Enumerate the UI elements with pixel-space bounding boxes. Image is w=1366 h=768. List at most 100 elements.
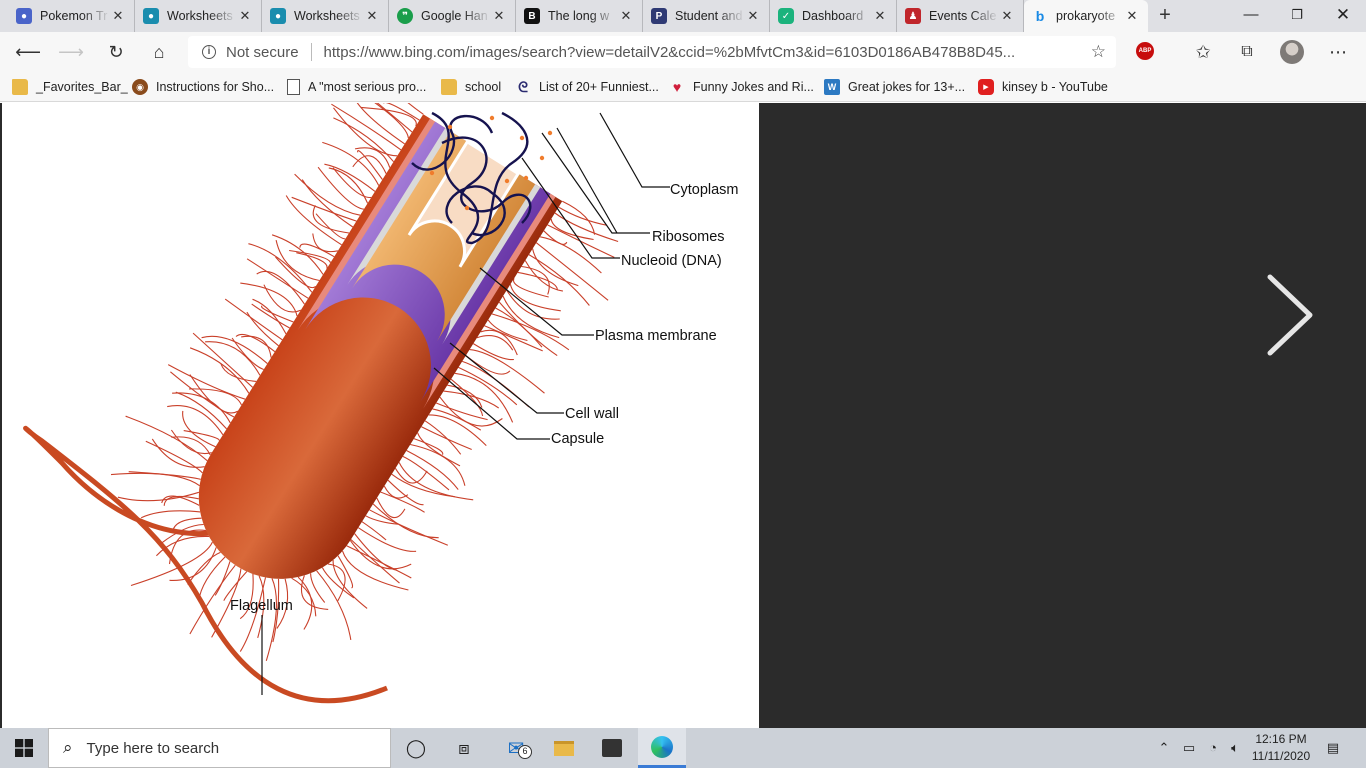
pilus-line [192, 332, 253, 388]
taskbar-search[interactable]: ⌕ Type here to search [48, 728, 391, 768]
collections-icon[interactable]: ⧉ [1231, 36, 1263, 68]
prokaryote-diagram-image[interactable]: Cytoplasm Ribosomes Nucleoid (DNA) Plasm… [0, 103, 759, 728]
next-image-chevron-icon[interactable] [1262, 273, 1318, 357]
favorite-item[interactable]: _Favorites_Bar_ [12, 77, 128, 97]
favorite-item[interactable]: W Great jokes for 13+... [824, 77, 965, 97]
tab[interactable]: ● Worksheets ✕ [262, 0, 389, 32]
new-tab-button[interactable]: + [1153, 4, 1177, 28]
back-button[interactable]: ⟵ [12, 36, 44, 68]
tab[interactable]: ● Pokemon Tr ✕ [8, 0, 135, 32]
pilus-line [469, 349, 545, 394]
label-plasma-membrane: Plasma membrane [595, 328, 717, 344]
globe-icon: ◉ [132, 79, 148, 95]
favorite-item[interactable]: ♥ Funny Jokes and Ri... [669, 77, 814, 97]
volume-icon[interactable]: 🔈︎ [1225, 728, 1245, 768]
task-view-icon[interactable]: ⧈ [440, 728, 488, 768]
tab[interactable]: ❞ Google Han ✕ [389, 0, 516, 32]
more-menu-icon[interactable]: ⋯ [1322, 36, 1354, 68]
windows-taskbar: ⌕ Type here to search ◯ ⧈ ✉ 6 ⌃ ▭ ◔ 🔈︎ 1… [0, 728, 1366, 768]
search-icon: ⌕ [63, 738, 73, 757]
tab[interactable]: P Student and ✕ [643, 0, 770, 32]
wifi-icon[interactable]: ◔ [1203, 728, 1223, 768]
favorite-item[interactable]: school [441, 77, 501, 97]
pilus-line [535, 242, 609, 301]
close-icon[interactable]: ✕ [237, 8, 253, 24]
favorite-label: Great jokes for 13+... [848, 80, 966, 94]
pilus-line [251, 303, 290, 329]
pilus-line [376, 497, 406, 519]
address-toolbar: ⟵ ⟶ ↻ ⌂ i Not secure https://www.bing.co… [0, 32, 1366, 72]
pilus-line [512, 278, 549, 298]
b-icon: B [524, 8, 540, 24]
store-icon[interactable] [588, 728, 636, 768]
close-icon[interactable]: ✕ [872, 8, 888, 24]
tab-active[interactable]: b prokaryote ✕ [1024, 0, 1148, 32]
cortana-icon[interactable]: ◯ [392, 728, 440, 768]
file-explorer-icon[interactable] [540, 728, 588, 768]
system-clock[interactable]: 12:16 PM 11/11/2020 [1246, 731, 1316, 765]
pilus-line [532, 248, 579, 287]
pilus-line [387, 479, 424, 506]
classroom-icon: ● [270, 8, 286, 24]
tab[interactable]: ● Worksheets ✕ [135, 0, 262, 32]
pilus-line [380, 491, 425, 513]
pilus-line [145, 440, 203, 474]
show-hidden-icons-chevron-icon[interactable]: ⌃ [1155, 728, 1173, 768]
favorite-star-icon[interactable]: ☆ [1091, 42, 1106, 62]
info-icon[interactable]: i [202, 45, 216, 59]
search-placeholder[interactable]: Type here to search [87, 740, 220, 757]
mail-app-icon[interactable]: ✉ 6 [492, 728, 540, 768]
pilus-line [189, 347, 250, 394]
restore-button[interactable]: ❐ [1274, 0, 1320, 32]
favorite-item[interactable]: ᘓ List of 20+ Funniest... [515, 77, 659, 97]
people-icon: ♟ [905, 8, 921, 24]
favorites-icon[interactable]: ✩ [1187, 36, 1219, 68]
profile-avatar[interactable] [1280, 40, 1304, 64]
adblock-extension-icon[interactable]: ABP [1136, 42, 1154, 60]
bing-icon: b [1035, 8, 1045, 24]
pilus-line [317, 166, 364, 210]
tab-title: Student and [675, 9, 743, 23]
close-icon[interactable]: ✕ [1124, 8, 1140, 24]
youtube-icon: ▶ [978, 79, 994, 95]
pilus-line [528, 254, 590, 306]
home-button[interactable]: ⌂ [143, 36, 175, 68]
pilus-line [271, 234, 324, 275]
close-icon[interactable]: ✕ [491, 8, 507, 24]
favorite-item[interactable]: ▶ kinsey b - YouTube [978, 77, 1108, 97]
action-center-icon[interactable]: ▤ [1322, 728, 1344, 768]
forward-button[interactable]: ⟶ [55, 36, 87, 68]
favorite-item[interactable]: A "most serious pro... [287, 77, 426, 97]
tab-title: prokaryote [1056, 9, 1116, 23]
pilus-line [432, 408, 482, 431]
close-icon[interactable]: ✕ [999, 8, 1015, 24]
tab[interactable]: ♟ Events Cale ✕ [897, 0, 1024, 32]
p-icon: P [651, 8, 667, 24]
tab-title: Worksheets [167, 9, 233, 23]
minimize-button[interactable]: — [1228, 0, 1274, 32]
address-bar[interactable]: i Not secure https://www.bing.com/images… [188, 36, 1116, 68]
tab[interactable]: B The long w ✕ [516, 0, 643, 32]
folder-icon [441, 79, 457, 95]
page-icon [287, 79, 300, 95]
battery-icon[interactable]: ▭ [1179, 728, 1199, 768]
pilus-line [332, 167, 372, 198]
close-window-button[interactable]: ✕ [1320, 0, 1366, 32]
url-text[interactable]: https://www.bing.com/images/search?view=… [324, 44, 1069, 61]
close-icon[interactable]: ✕ [110, 8, 126, 24]
pilus-line [130, 541, 213, 587]
security-status[interactable]: Not secure [226, 44, 299, 61]
favorite-label: Funny Jokes and Ri... [693, 80, 814, 94]
favorite-item[interactable]: ◉ Instructions for Sho... [132, 77, 274, 97]
start-button[interactable] [0, 728, 48, 768]
close-icon[interactable]: ✕ [745, 8, 761, 24]
pilus-line [562, 200, 596, 235]
close-icon[interactable]: ✕ [618, 8, 634, 24]
favorite-label: Instructions for Sho... [156, 80, 275, 94]
pilus-line [502, 295, 560, 339]
pilus-line [246, 258, 309, 299]
tab[interactable]: ✓ Dashboard ✕ [770, 0, 897, 32]
edge-browser-icon[interactable] [638, 728, 686, 768]
close-icon[interactable]: ✕ [364, 8, 380, 24]
refresh-button[interactable]: ↻ [100, 36, 132, 68]
